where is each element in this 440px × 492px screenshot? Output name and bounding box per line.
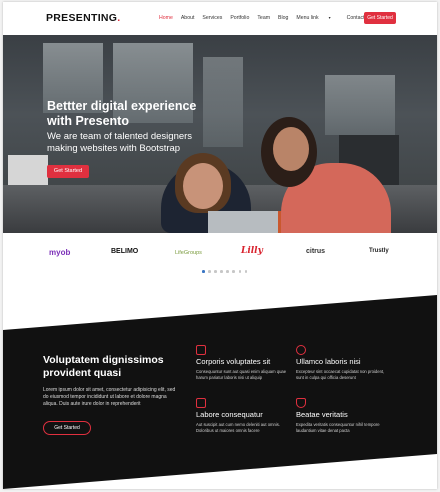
nav-contact[interactable]: Contact [347, 15, 365, 21]
images-icon [196, 398, 206, 408]
clients-carousel: myob BELIMO LifeGroups Lilly citrus Trus… [3, 233, 437, 293]
header-get-started-button[interactable]: Get Started [364, 12, 396, 24]
carousel-dot[interactable] [226, 270, 229, 273]
site-logo[interactable]: PRESENTING. [46, 12, 120, 24]
nav-home[interactable]: Home [159, 15, 173, 21]
feature-text: Expedita veritatis consequuntur nihil te… [296, 422, 380, 433]
feature-title: Beatae veritatis [296, 410, 348, 419]
feature-item: Ullamco laboris nisi Excepteur sint occa… [296, 345, 388, 381]
hero-subtitle: We are team of talented designers making… [47, 131, 193, 154]
page: PRESENTING. Home About Services Portfoli… [3, 2, 437, 489]
about-get-started-button[interactable]: Get Started [43, 421, 91, 435]
about-title: Voluptatem dignissimos provident quasi [43, 354, 164, 379]
nav-portfolio[interactable]: Portfolio [230, 15, 249, 21]
carousel-dot[interactable] [238, 270, 242, 273]
feature-item: Labore consequatur Aut suscipit aut cum … [196, 398, 288, 434]
client-logo-lilly: Lilly [241, 246, 263, 256]
feature-text: Aut suscipit aut cum nemo deleniti aut o… [196, 422, 281, 433]
carousel-dot[interactable] [214, 270, 217, 273]
feature-title: Ullamco laboris nisi [296, 357, 361, 366]
about-text: Lorem ipsum dolor sit amet, consectetur … [43, 387, 176, 407]
feature-title: Corporis voluptates sit [196, 357, 271, 366]
hero-text: Bettter digital experience with Presento… [47, 99, 217, 154]
chevron-down-icon: ▾ [328, 15, 331, 20]
client-logo-lifegroups: LifeGroups [175, 250, 202, 256]
feature-text: Consequuntur sunt aut quasi enim aliquam… [196, 369, 287, 380]
nav-menu-link[interactable]: Menu link ▾ [296, 15, 338, 21]
hero-section: Bettter digital experience with Presento… [3, 35, 437, 233]
client-logo-belimo: BELIMO [111, 248, 139, 255]
feature-item: Corporis voluptates sit Consequuntur sun… [196, 345, 288, 381]
cube-icon [296, 345, 306, 355]
hero-get-started-button[interactable]: Get Started [47, 165, 89, 178]
carousel-dot[interactable] [202, 270, 205, 273]
feature-title: Labore consequatur [196, 410, 263, 419]
carousel-dot[interactable] [220, 270, 223, 273]
shield-icon [296, 398, 306, 408]
nav-services[interactable]: Services [202, 15, 222, 21]
receipt-icon [196, 345, 206, 355]
nav-about[interactable]: About [181, 15, 195, 21]
client-logo-myob: myob [49, 248, 71, 257]
hero-title: Bettter digital experience with Presento [47, 99, 197, 128]
carousel-dot[interactable] [208, 270, 211, 273]
nav-team[interactable]: Team [257, 15, 270, 21]
carousel-dot[interactable] [244, 270, 248, 273]
about-section: Voluptatem dignissimos provident quasi L… [3, 295, 437, 489]
site-header: PRESENTING. Home About Services Portfoli… [3, 2, 437, 35]
nav-blog[interactable]: Blog [278, 15, 288, 21]
carousel-pagination [202, 270, 251, 273]
client-logo-trustly: Trustly [369, 248, 389, 254]
feature-item: Beatae veritatis Expedita veritatis cons… [296, 398, 388, 434]
main-nav: Home About Services Portfolio Team Blog … [159, 15, 373, 21]
feature-text: Excepteur sint occaecat cupidatat non pr… [296, 369, 385, 380]
carousel-dot[interactable] [232, 270, 236, 273]
client-logo-citrus: citrus [306, 248, 326, 255]
